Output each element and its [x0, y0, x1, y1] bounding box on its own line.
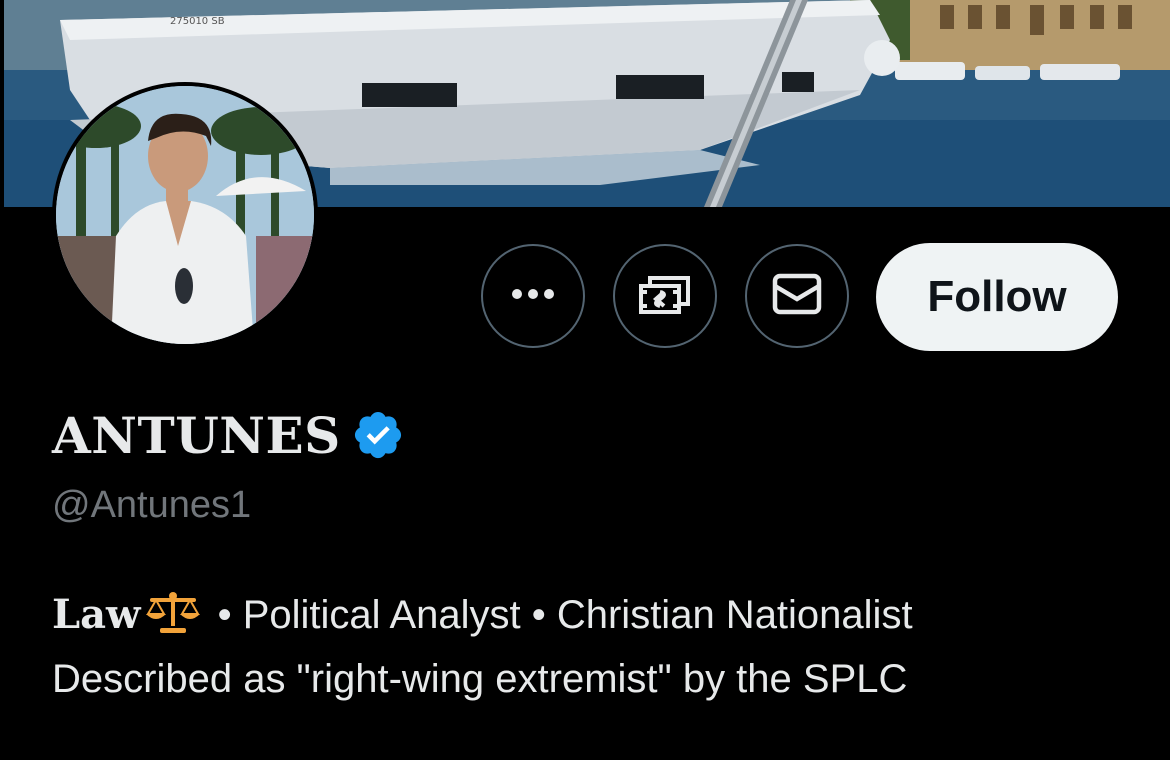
money-icon: [638, 272, 692, 321]
message-button[interactable]: [745, 244, 849, 348]
verified-badge-icon[interactable]: [351, 408, 405, 467]
profile-bio: Law • Political Analyst • Christian Nati…: [52, 586, 1142, 708]
more-horizontal-icon: [511, 287, 555, 305]
avatar[interactable]: [52, 82, 318, 348]
avatar-photo: [56, 86, 314, 344]
tip-button[interactable]: [613, 244, 717, 348]
bio-line-1-text: • Political Analyst • Christian National…: [206, 593, 913, 637]
bio-line-1: Law • Political Analyst • Christian Nati…: [52, 586, 1142, 650]
balance-scale-icon: [144, 590, 202, 650]
display-name: ANTUNES: [52, 406, 341, 465]
bio-law: Law: [52, 591, 141, 638]
name-row: ANTUNES: [52, 404, 405, 467]
banner-boat-text: 275010 SB: [170, 16, 225, 27]
more-button[interactable]: [481, 244, 585, 348]
user-handle: @Antunes1: [52, 484, 252, 526]
follow-button[interactable]: Follow: [876, 243, 1118, 351]
bio-line-2: Described as "right-wing extremist" by t…: [52, 657, 908, 701]
envelope-icon: [772, 273, 822, 320]
